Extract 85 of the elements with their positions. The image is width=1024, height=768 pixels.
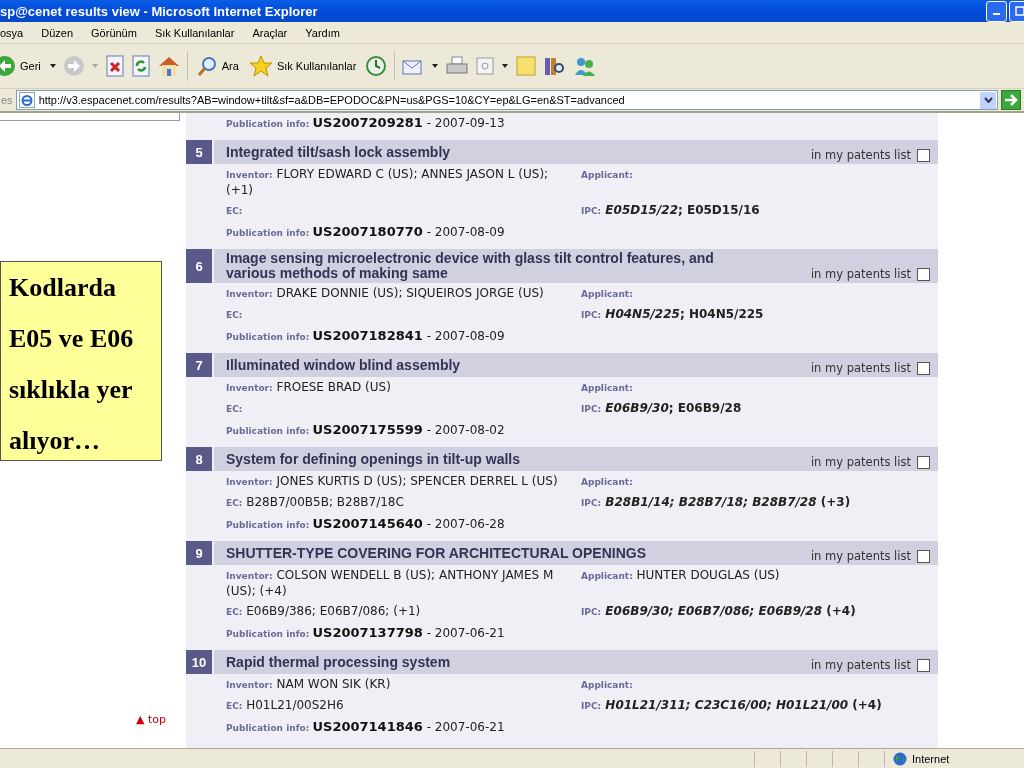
window-title: sp@cenet results view - Microsoft Internet Explorer xyxy=(0,3,318,19)
menu-item[interactable]: osya xyxy=(0,26,30,39)
patents-list-checkbox[interactable]: in my patents list xyxy=(810,455,930,469)
ipc-field: IPC: E05D15/22; E05D15/16 xyxy=(581,201,938,222)
applicant-field: Applicant: HUNTER DOUGLAS (US) xyxy=(581,566,938,602)
result-number: 6 xyxy=(186,249,212,283)
ec-field: EC: xyxy=(226,201,581,222)
ipc-field: IPC: H04N5/225; H04N5/225 xyxy=(581,305,938,326)
publication-info: Publication info: US2007137798 - 2007-06-21 xyxy=(226,624,506,642)
refresh-icon[interactable] xyxy=(130,55,151,77)
inventor-field: Inventor: JONES KURTIS D (US); SPENCER DERREL L (US) xyxy=(226,472,581,493)
patents-list-checkbox[interactable]: in my patents list xyxy=(810,658,930,672)
top-link[interactable]: ▲ top xyxy=(136,713,166,726)
publication-info: Publication info: US2007141846 - 2007-06-21 xyxy=(226,718,506,736)
inventor-field: Inventor: FROESE BRAD (US) xyxy=(226,378,581,399)
url-text: http://v3.espacenet.com/results?AB=window+tilt&sf=a&DB=EPODOC&PN=us&PGS=10&CY=ep&LG=en&ST=advanced xyxy=(38,94,626,106)
dropdown-button[interactable] xyxy=(980,91,996,109)
ipc-field: IPC: B28B1/14; B28B7/18; B28B7/28 (+3) xyxy=(581,493,938,514)
result-number: 7 xyxy=(186,353,212,377)
applicant-field: Applicant: xyxy=(581,284,938,305)
inventor-field: Inventor: DRAKE DONNIE (US); SIQUEIROS JORGE (US) xyxy=(226,284,581,305)
patents-list-checkbox[interactable]: in my patents list xyxy=(810,549,930,563)
chevron-icon xyxy=(983,97,993,103)
publication-info: Publication info: US2007182841 - 2007-08-09 xyxy=(226,327,506,345)
ec-field: EC: B28B7/00B5B; B28B7/18C xyxy=(226,493,581,514)
address-label: es xyxy=(0,94,13,106)
stop-icon[interactable] xyxy=(104,55,125,77)
result-number: 8 xyxy=(186,447,212,471)
result-title-link[interactable]: Illuminated window blind assembly xyxy=(226,357,461,373)
inventor-field: Inventor: NAM WON SIK (KR) xyxy=(226,675,581,696)
ipc-field: IPC: E06B9/30; E06B7/086; E06B9/28 (+4) xyxy=(581,602,938,623)
patents-list-checkbox[interactable]: in my patents list xyxy=(810,148,930,162)
ec-field: EC: xyxy=(226,305,581,326)
result-title-link[interactable]: Image sensing microelectronic device with glass tilt control features, and various methods of making same xyxy=(226,251,736,281)
menu-item[interactable]: Sık Kullanılanlar xyxy=(148,26,241,39)
result-title-link[interactable]: System for defining openings in tilt-up walls xyxy=(226,451,520,467)
globe-icon xyxy=(893,751,907,766)
history-icon[interactable] xyxy=(364,55,389,77)
result-title-link[interactable]: Rapid thermal processing system xyxy=(226,654,451,670)
result-number: 10 xyxy=(186,650,212,674)
publication-info: Publication info: US2007209281 - 2007-09-13 xyxy=(226,114,506,132)
messenger-icon[interactable] xyxy=(573,55,598,77)
publication-info: Publication info: US2007145640 - 2007-06-28 xyxy=(226,515,506,533)
minimize-button[interactable] xyxy=(986,0,1007,22)
search-button[interactable]: Ara xyxy=(193,55,241,77)
caret-icon[interactable] xyxy=(501,62,510,70)
zone-label: Internet xyxy=(912,752,950,765)
ec-field: EC: xyxy=(226,399,581,420)
result-title-link[interactable]: SHUTTER-TYPE COVERING FOR ARCHITECTURAL OPENINGS xyxy=(226,545,647,561)
patents-list-checkbox[interactable]: in my patents list xyxy=(810,267,930,281)
applicant-field: Applicant: xyxy=(581,675,938,696)
inventor-field: Inventor: FLORY EDWARD C (US); ANNES JASON L (US); (+1) xyxy=(226,165,581,201)
search-icon xyxy=(195,55,218,77)
caret-icon[interactable] xyxy=(48,62,57,70)
result-number: 9 xyxy=(186,541,212,565)
note-text: Kodlarda E05 ve E06 sıklıkla yer alıyor… xyxy=(0,261,162,461)
result-title-link[interactable]: Integrated tilt/sash lock assembly xyxy=(226,144,451,160)
applicant-field: Applicant: xyxy=(581,165,938,201)
maximize-icon xyxy=(1014,6,1024,16)
result-number: 5 xyxy=(186,140,212,164)
publication-info: Publication info: US2007180770 - 2007-08-09 xyxy=(226,223,506,241)
maximize-button[interactable] xyxy=(1009,0,1024,22)
address-field[interactable]: http://v3.espacenet.com/results?AB=window+tilt&sf=a&DB=EPODOC&PN=us&PGS=10&CY=ep&LG=en&ST=advanced xyxy=(15,90,998,110)
go-button[interactable] xyxy=(1001,90,1021,110)
menu-item[interactable]: Araçlar xyxy=(246,26,294,39)
publication-info: Publication info: US2007175599 - 2007-08-02 xyxy=(226,421,506,439)
ec-field: EC: H01L21/00S2H6 xyxy=(226,696,581,717)
favorites-button[interactable]: Sık Kullanılanlar xyxy=(246,55,359,77)
menu-item[interactable]: Görünüm xyxy=(85,26,143,39)
patents-list-checkbox[interactable]: in my patents list xyxy=(810,361,930,375)
menu-item[interactable]: Düzen xyxy=(35,26,80,39)
applicant-field: Applicant: xyxy=(581,472,938,493)
applicant-field: Applicant: xyxy=(581,378,938,399)
star-icon xyxy=(248,55,273,77)
ipc-field: IPC: H01L21/311; C23C16/00; H01L21/00 (+4) xyxy=(581,696,938,717)
back-arrow-icon xyxy=(0,55,16,77)
arrow-icon xyxy=(1004,94,1018,106)
minimize-icon xyxy=(993,13,1000,15)
printer-icon[interactable] xyxy=(445,55,470,77)
inventor-field: Inventor: COLSON WENDELL B (US); ANTHONY JAMES M (US); (+4) xyxy=(226,566,581,602)
menu-item[interactable]: Yardım xyxy=(299,26,346,39)
ec-field: EC: E06B9/386; E06B7/086; (+1) xyxy=(226,602,581,623)
ipc-field: IPC: E06B9/30; E06B9/28 xyxy=(581,399,938,420)
caret-icon[interactable] xyxy=(431,62,440,70)
back-button[interactable]: Geri xyxy=(0,55,43,77)
